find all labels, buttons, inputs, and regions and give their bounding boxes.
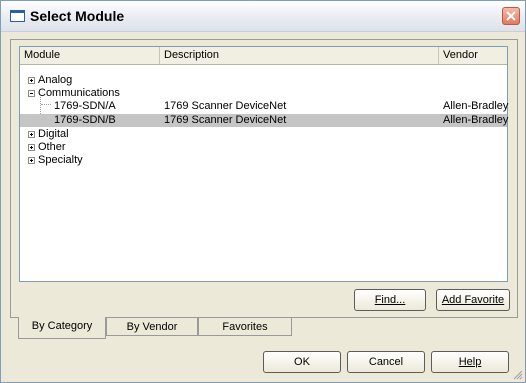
expand-icon[interactable]: [28, 131, 35, 138]
collapse-icon[interactable]: [28, 90, 35, 97]
tree-row[interactable]: Communications: [20, 87, 507, 100]
find-button-label: Find...: [374, 294, 406, 306]
close-button[interactable]: [502, 7, 520, 25]
tree-row[interactable]: Specialty: [20, 154, 507, 167]
tab-label: By Vendor: [126, 321, 178, 333]
module-name: Specialty: [38, 154, 83, 166]
module-description: 1769 Scanner DeviceNet: [164, 114, 287, 126]
tab-label: Favorites: [222, 321, 268, 333]
add-favorite-button[interactable]: Add Favorite: [436, 289, 510, 311]
tab-favorites[interactable]: Favorites: [198, 317, 292, 336]
close-icon: [506, 11, 516, 21]
tree-row[interactable]: Analog: [20, 74, 507, 87]
column-header-vendor[interactable]: Vendor: [439, 47, 507, 64]
module-name: 1769-SDN/B: [54, 114, 116, 126]
module-name: Digital: [38, 128, 69, 140]
window-title: Select Module: [30, 8, 125, 24]
module-name: Other: [38, 141, 66, 153]
table-row[interactable]: 1769-SDN/A 1769 Scanner DeviceNet Allen-…: [20, 100, 509, 113]
column-header-description[interactable]: Description: [160, 47, 439, 64]
cancel-button[interactable]: Cancel: [347, 351, 425, 373]
module-name: 1769-SDN/A: [54, 100, 116, 112]
list-header: Module Description Vendor: [20, 47, 507, 65]
module-vendor: Allen-Bradley: [443, 100, 509, 112]
tab-label: By Category: [31, 320, 93, 332]
tab-by-vendor[interactable]: By Vendor: [106, 317, 198, 336]
expand-icon[interactable]: [28, 157, 35, 164]
table-row-selected[interactable]: 1769-SDN/B 1769 Scanner DeviceNet Allen-…: [20, 114, 509, 127]
ok-button-label: OK: [294, 356, 310, 368]
ok-button[interactable]: OK: [263, 351, 341, 373]
module-name: Analog: [38, 74, 73, 86]
add-favorite-button-label: Add Favorite: [441, 294, 505, 306]
module-list[interactable]: Module Description Vendor Analog Communi…: [19, 46, 508, 282]
module-description: 1769 Scanner DeviceNet: [164, 100, 287, 112]
module-name: Communications: [38, 87, 120, 99]
module-panel: Module Description Vendor Analog Communi…: [10, 39, 518, 318]
resize-grip-icon[interactable]: [513, 370, 523, 380]
select-module-dialog: Select Module Module Description Vendor …: [0, 0, 526, 383]
title-bar: Select Module: [1, 1, 525, 32]
cancel-button-label: Cancel: [368, 356, 404, 368]
expand-icon[interactable]: [28, 144, 35, 151]
tree-row[interactable]: Other: [20, 141, 507, 154]
tab-by-category[interactable]: By Category: [18, 317, 106, 339]
help-button[interactable]: Help: [431, 351, 509, 373]
find-button[interactable]: Find...: [354, 289, 426, 311]
column-header-module[interactable]: Module: [20, 47, 160, 64]
tree-row[interactable]: Digital: [20, 128, 507, 141]
expand-icon[interactable]: [28, 77, 35, 84]
help-button-label: Help: [458, 356, 482, 368]
window-icon: [10, 10, 25, 22]
module-vendor: Allen-Bradley: [443, 114, 509, 126]
